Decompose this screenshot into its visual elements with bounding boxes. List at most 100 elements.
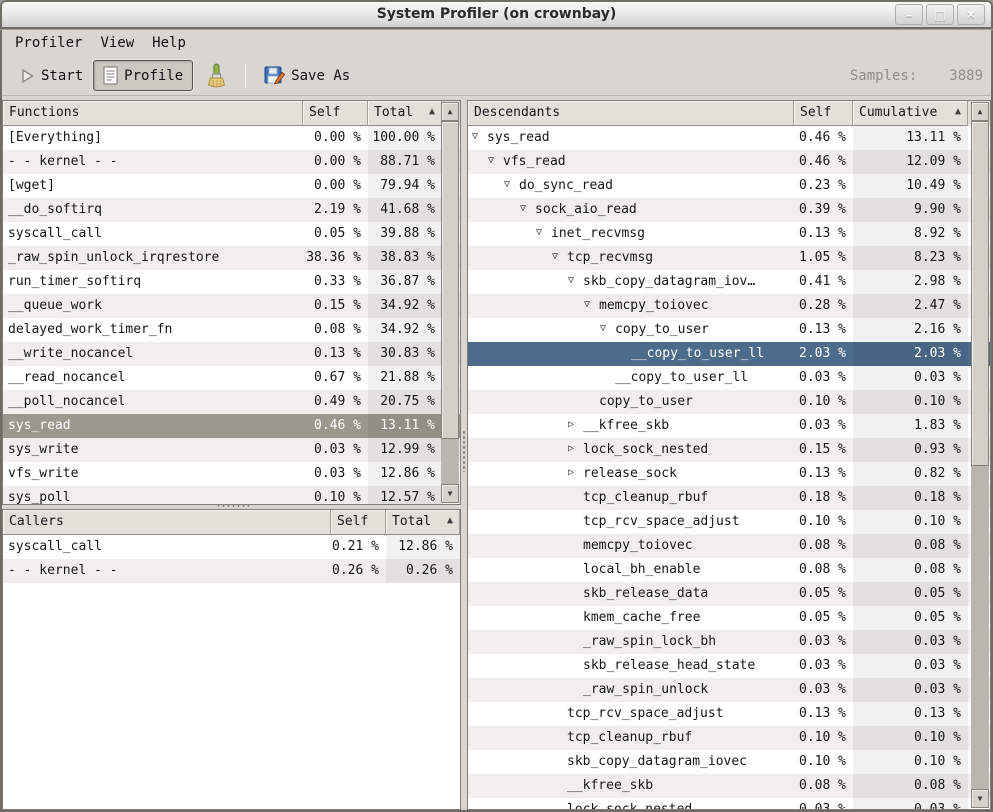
descendant-row[interactable]: ▽ inet_recvmsg 0.13 % 8.92 % <box>468 222 990 246</box>
menu-view[interactable]: View <box>91 32 143 54</box>
descendant-row[interactable]: __copy_to_user_ll 0.03 % 0.03 % <box>468 366 990 390</box>
expander-icon[interactable] <box>552 802 567 809</box>
col-header-cumulative[interactable]: Cumulative▲ <box>853 101 968 126</box>
function-row[interactable]: __do_softirq 2.19 % 41.68 % <box>3 198 460 222</box>
col-header-self[interactable]: Self <box>794 101 853 126</box>
descendant-row[interactable]: memcpy_toiovec 0.08 % 0.08 % <box>468 534 990 558</box>
expander-icon[interactable] <box>552 754 567 774</box>
expander-icon[interactable]: ▽ <box>488 154 503 174</box>
expander-icon[interactable]: ▽ <box>600 322 615 342</box>
descendants-scroll-thumb[interactable] <box>971 121 989 466</box>
descendant-row[interactable]: skb_release_data 0.05 % 0.05 % <box>468 582 990 606</box>
titlebar[interactable]: System Profiler (on crownbay) – □ ✕ <box>0 0 993 30</box>
descendant-row[interactable]: ▽ sys_read 0.46 % 13.11 % <box>468 126 990 150</box>
descendant-row[interactable]: tcp_cleanup_rbuf 0.18 % 0.18 % <box>468 486 990 510</box>
descendant-row[interactable]: ▽ copy_to_user 0.13 % 2.16 % <box>468 318 990 342</box>
function-row[interactable]: [Everything] 0.00 % 100.00 % <box>3 126 460 150</box>
descendant-row[interactable]: ▽ sock_aio_read 0.39 % 9.90 % <box>468 198 990 222</box>
expander-icon[interactable]: ▽ <box>584 298 599 318</box>
descendant-row[interactable]: tcp_rcv_space_adjust 0.10 % 0.10 % <box>468 510 990 534</box>
function-row[interactable]: vfs_write 0.03 % 12.86 % <box>3 462 460 486</box>
descendant-row[interactable]: tcp_rcv_space_adjust 0.13 % 0.13 % <box>468 702 990 726</box>
start-button[interactable]: Start <box>10 62 93 90</box>
expander-icon[interactable]: ▽ <box>504 178 519 198</box>
expander-icon[interactable]: ▷ <box>568 442 583 462</box>
caller-row[interactable]: - - kernel - - 0.26 % 0.26 % <box>3 559 460 583</box>
descendant-row[interactable]: skb_copy_datagram_iovec 0.10 % 0.10 % <box>468 750 990 774</box>
reset-button[interactable] <box>195 57 237 95</box>
descendant-row[interactable]: _raw_spin_lock_bh 0.03 % 0.03 % <box>468 630 990 654</box>
expander-icon[interactable] <box>568 586 583 606</box>
save-as-button[interactable]: Save As <box>254 59 360 92</box>
expander-icon[interactable] <box>568 634 583 654</box>
descendant-row[interactable]: ▷ lock_sock_nested 0.15 % 0.93 % <box>468 438 990 462</box>
function-row[interactable]: __poll_nocancel 0.49 % 20.75 % <box>3 390 460 414</box>
expander-icon[interactable] <box>552 730 567 750</box>
expander-icon[interactable]: ▷ <box>568 418 583 438</box>
menu-profiler[interactable]: Profiler <box>6 32 91 54</box>
col-header-functions[interactable]: Functions <box>3 101 303 126</box>
scroll-up-icon[interactable]: ▲ <box>441 102 459 121</box>
menu-help[interactable]: Help <box>143 32 195 54</box>
expander-icon[interactable]: ▷ <box>568 466 583 486</box>
expander-icon[interactable] <box>584 394 599 414</box>
descendant-row[interactable]: kmem_cache_free 0.05 % 0.05 % <box>468 606 990 630</box>
descendant-row[interactable]: ▷ release_sock 0.13 % 0.82 % <box>468 462 990 486</box>
expander-icon[interactable] <box>600 370 615 390</box>
function-row[interactable]: __write_nocancel 0.13 % 30.83 % <box>3 342 460 366</box>
col-header-descendants[interactable]: Descendants <box>468 101 794 126</box>
expander-icon[interactable]: ▽ <box>520 202 535 222</box>
col-header-self[interactable]: Self <box>331 510 386 535</box>
function-row[interactable]: __read_nocancel 0.67 % 21.88 % <box>3 366 460 390</box>
descendant-row[interactable]: ▽ do_sync_read 0.23 % 10.49 % <box>468 174 990 198</box>
hpaned-handle[interactable] <box>216 504 252 508</box>
expander-icon[interactable]: ▽ <box>536 226 551 246</box>
function-row[interactable]: - - kernel - - 0.00 % 88.71 % <box>3 150 460 174</box>
col-header-callers[interactable]: Callers <box>3 510 331 535</box>
descendant-row[interactable]: lock_sock_nested 0.03 % 0.03 % <box>468 798 990 809</box>
scroll-down-icon[interactable]: ▼ <box>441 484 459 503</box>
descendant-row[interactable]: ▽ vfs_read 0.46 % 12.09 % <box>468 150 990 174</box>
function-row[interactable]: sys_write 0.03 % 12.99 % <box>3 438 460 462</box>
expander-icon[interactable] <box>568 610 583 630</box>
col-header-self[interactable]: Self <box>303 101 368 126</box>
maximize-button[interactable]: □ <box>926 4 954 25</box>
expander-icon[interactable] <box>568 682 583 702</box>
expander-icon[interactable]: ▽ <box>552 250 567 270</box>
expander-icon[interactable]: ▽ <box>472 130 487 150</box>
expander-icon[interactable] <box>568 514 583 534</box>
function-row[interactable]: syscall_call 0.05 % 39.88 % <box>3 222 460 246</box>
descendants-scrollbar[interactable]: ▲ ▼ <box>971 102 989 808</box>
function-row[interactable]: __queue_work 0.15 % 34.92 % <box>3 294 460 318</box>
expander-icon[interactable]: ▽ <box>568 274 583 294</box>
minimize-button[interactable]: – <box>895 4 923 25</box>
expander-icon[interactable] <box>552 778 567 798</box>
functions-scrollbar[interactable]: ▲ ▼ <box>441 102 459 503</box>
descendant-row[interactable]: ▽ memcpy_toiovec 0.28 % 2.47 % <box>468 294 990 318</box>
descendant-row[interactable]: ▽ skb_copy_datagram_iov… 0.41 % 2.98 % <box>468 270 990 294</box>
close-button[interactable]: ✕ <box>957 4 985 25</box>
expander-icon[interactable] <box>568 538 583 558</box>
descendant-row[interactable]: tcp_cleanup_rbuf 0.10 % 0.10 % <box>468 726 990 750</box>
function-row[interactable]: [wget] 0.00 % 79.94 % <box>3 174 460 198</box>
function-row[interactable]: _raw_spin_unlock_irqrestore 38.36 % 38.8… <box>3 246 460 270</box>
function-row[interactable]: delayed_work_timer_fn 0.08 % 34.92 % <box>3 318 460 342</box>
descendant-row[interactable]: skb_release_head_state 0.03 % 0.03 % <box>468 654 990 678</box>
col-header-total[interactable]: Total▲ <box>368 101 442 126</box>
expander-icon[interactable] <box>568 490 583 510</box>
function-row[interactable]: sys_poll 0.10 % 12.57 % <box>3 486 460 504</box>
function-row[interactable]: run_timer_softirq 0.33 % 36.87 % <box>3 270 460 294</box>
descendant-row[interactable]: local_bh_enable 0.08 % 0.08 % <box>468 558 990 582</box>
expander-icon[interactable] <box>616 346 631 366</box>
expander-icon[interactable] <box>568 658 583 678</box>
vpaned-handle[interactable] <box>462 430 466 472</box>
profile-button[interactable]: Profile <box>93 60 193 91</box>
expander-icon[interactable] <box>568 562 583 582</box>
functions-scroll-thumb[interactable] <box>441 121 459 439</box>
function-row[interactable]: sys_read 0.46 % 13.11 % <box>3 414 460 438</box>
expander-icon[interactable] <box>552 706 567 726</box>
scroll-up-icon[interactable]: ▲ <box>971 102 989 121</box>
descendant-row[interactable]: _raw_spin_unlock 0.03 % 0.03 % <box>468 678 990 702</box>
descendant-row[interactable]: __kfree_skb 0.08 % 0.08 % <box>468 774 990 798</box>
descendant-row[interactable]: __copy_to_user_ll 2.03 % 2.03 % <box>468 342 990 366</box>
